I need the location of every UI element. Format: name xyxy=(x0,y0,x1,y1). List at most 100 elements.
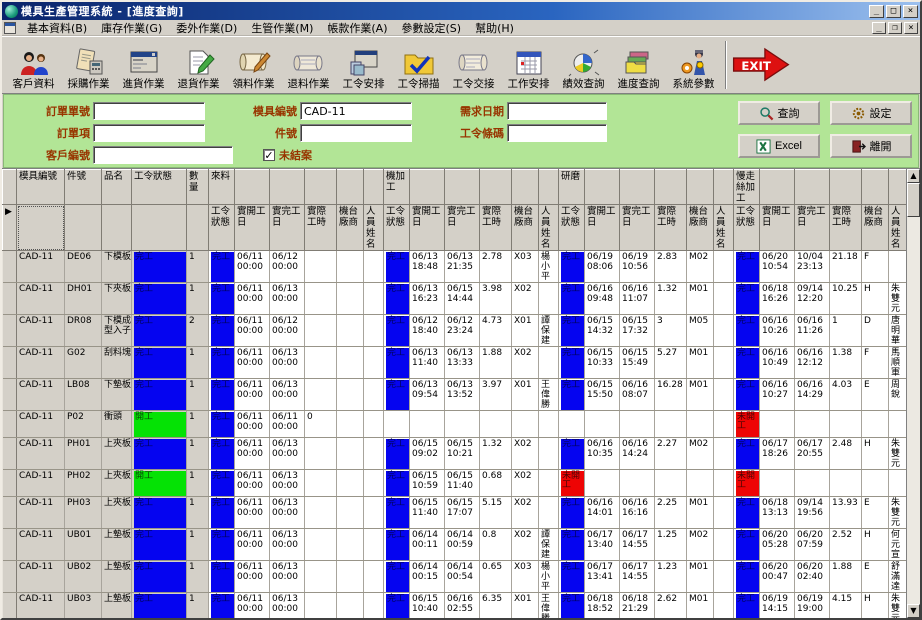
person-cell[interactable] xyxy=(539,283,559,315)
hours-cell[interactable]: 1 xyxy=(830,315,862,347)
hours-cell[interactable] xyxy=(305,593,337,619)
hours-cell[interactable] xyxy=(305,315,337,347)
person-cell[interactable]: 朱雙元 xyxy=(889,593,907,619)
hours-cell[interactable]: 5.27 xyxy=(655,347,687,379)
vendor-cell[interactable]: X03 xyxy=(512,251,539,283)
person-cell[interactable] xyxy=(364,315,384,347)
table-row[interactable]: CAD-11DE06下模板完工1完工06/11 00:0006/12 00:00… xyxy=(3,251,907,283)
hours-cell[interactable] xyxy=(480,411,512,438)
person-cell[interactable] xyxy=(714,347,734,379)
start-date-cell[interactable]: 06/19 08:06 xyxy=(585,251,620,283)
row-indicator[interactable] xyxy=(3,593,17,619)
person-cell[interactable]: 朱雙元 xyxy=(889,438,907,470)
person-cell[interactable] xyxy=(364,470,384,497)
status-cell[interactable]: 完工 xyxy=(132,379,187,411)
status-cell[interactable]: 完工 xyxy=(132,438,187,470)
menu-item-2[interactable]: 委外作業(D) xyxy=(169,19,244,37)
vendor-cell[interactable] xyxy=(687,411,714,438)
start-date-cell[interactable]: 06/16 10:49 xyxy=(760,347,795,379)
table-row[interactable]: CAD-11G02刮料塊完工1完工06/11 00:0006/13 00:00完… xyxy=(3,347,907,379)
vendor-cell[interactable]: M01 xyxy=(687,283,714,315)
part-no-cell[interactable]: PH01 xyxy=(65,438,102,470)
person-cell[interactable] xyxy=(714,251,734,283)
status-cell[interactable]: 完工 xyxy=(132,529,187,561)
part-name-cell[interactable]: 上夾板 xyxy=(102,470,132,497)
end-date-cell[interactable]: 06/13 00:00 xyxy=(270,283,305,315)
start-date-cell[interactable] xyxy=(760,411,795,438)
hours-cell[interactable] xyxy=(305,561,337,593)
hours-cell[interactable]: 2.25 xyxy=(655,497,687,529)
scroll-down-icon[interactable]: ▼ xyxy=(907,604,920,618)
vertical-scrollbar[interactable]: ▲ ▼ xyxy=(906,169,920,618)
person-cell[interactable]: 何元宣 xyxy=(889,529,907,561)
status-cell[interactable]: 完工 xyxy=(209,379,235,411)
order-no-input[interactable] xyxy=(93,102,205,120)
start-date-cell[interactable]: 06/11 00:00 xyxy=(235,561,270,593)
vendor-cell[interactable] xyxy=(862,470,889,497)
part-name-cell[interactable]: 刮料塊 xyxy=(102,347,132,379)
status-cell[interactable]: 完工 xyxy=(559,347,585,379)
status-cell[interactable]: 完工 xyxy=(132,315,187,347)
row-indicator[interactable] xyxy=(3,470,17,497)
hours-cell[interactable]: 2.48 xyxy=(830,438,862,470)
status-cell[interactable]: 完工 xyxy=(132,251,187,283)
mold-no-cell[interactable]: CAD-11 xyxy=(17,251,65,283)
status-cell[interactable]: 完工 xyxy=(209,438,235,470)
start-date-cell[interactable]: 06/20 10:54 xyxy=(760,251,795,283)
part-name-cell[interactable]: 上夾板 xyxy=(102,497,132,529)
table-row[interactable]: CAD-11LB08下墊板完工1完工06/11 00:0006/13 00:00… xyxy=(3,379,907,411)
mdi-close-icon[interactable]: × xyxy=(904,22,918,34)
end-date-cell[interactable]: 06/19 19:00 xyxy=(795,593,830,619)
person-cell[interactable] xyxy=(714,470,734,497)
status-cell[interactable]: 完工 xyxy=(132,283,187,315)
end-date-cell[interactable]: 06/15 10:21 xyxy=(445,438,480,470)
vendor-cell[interactable]: E xyxy=(862,497,889,529)
person-cell[interactable] xyxy=(364,283,384,315)
hours-cell[interactable]: 21.18 xyxy=(830,251,862,283)
status-cell[interactable]: 完工 xyxy=(559,438,585,470)
mdi-minimize-icon[interactable]: _ xyxy=(872,22,886,34)
query-button[interactable]: 查詢 xyxy=(738,101,820,125)
qty-cell[interactable]: 1 xyxy=(187,438,209,470)
vendor-cell[interactable] xyxy=(337,593,364,619)
end-date-cell[interactable]: 06/18 21:29 xyxy=(620,593,655,619)
mold-no-cell[interactable]: CAD-11 xyxy=(17,438,65,470)
start-date-cell[interactable]: 06/19 14:15 xyxy=(760,593,795,619)
toolbar-button-5[interactable]: 退料作業 xyxy=(281,38,336,92)
table-row[interactable]: CAD-11UB03上墊板完工1完工06/11 00:0006/13 00:00… xyxy=(3,593,907,619)
vendor-cell[interactable] xyxy=(337,497,364,529)
end-date-cell[interactable]: 10/04 23:13 xyxy=(795,251,830,283)
status-cell[interactable]: 完工 xyxy=(734,497,760,529)
vendor-cell[interactable]: H xyxy=(862,529,889,561)
end-date-cell[interactable]: 06/12 00:00 xyxy=(270,315,305,347)
row-indicator[interactable] xyxy=(3,438,17,470)
end-date-cell[interactable]: 09/14 19:56 xyxy=(795,497,830,529)
status-cell[interactable]: 開工 xyxy=(132,411,187,438)
status-cell[interactable]: 完工 xyxy=(734,593,760,619)
start-date-cell[interactable]: 06/13 09:54 xyxy=(410,379,445,411)
status-cell[interactable]: 完工 xyxy=(734,379,760,411)
part-no-cell[interactable]: UB01 xyxy=(65,529,102,561)
toolbar-button-1[interactable]: 採購作業 xyxy=(61,38,116,92)
mold-no-cell[interactable]: CAD-11 xyxy=(17,379,65,411)
vendor-cell[interactable]: X02 xyxy=(512,497,539,529)
end-date-cell[interactable]: 06/16 14:29 xyxy=(795,379,830,411)
person-cell[interactable]: 唐明華 xyxy=(889,315,907,347)
hours-cell[interactable]: 2.62 xyxy=(655,593,687,619)
toolbar-button-2[interactable]: 進貨作業 xyxy=(116,38,171,92)
end-date-cell[interactable]: 06/13 13:52 xyxy=(445,379,480,411)
status-cell[interactable] xyxy=(384,411,410,438)
hours-cell[interactable]: 6.35 xyxy=(480,593,512,619)
table-row[interactable]: CAD-11DH01下夾板完工1完工06/11 00:0006/13 00:00… xyxy=(3,283,907,315)
status-cell[interactable]: 完工 xyxy=(209,470,235,497)
vendor-cell[interactable]: X01 xyxy=(512,593,539,619)
part-name-cell[interactable]: 衝頭 xyxy=(102,411,132,438)
hours-cell[interactable] xyxy=(655,470,687,497)
hours-cell[interactable]: 0.68 xyxy=(480,470,512,497)
toolbar-button-10[interactable]: 績效查詢 xyxy=(556,38,611,92)
mold-no-cell[interactable]: CAD-11 xyxy=(17,497,65,529)
hours-cell[interactable] xyxy=(655,411,687,438)
person-cell[interactable] xyxy=(364,379,384,411)
end-date-cell[interactable]: 06/13 00:00 xyxy=(270,529,305,561)
status-cell[interactable]: 完工 xyxy=(734,283,760,315)
